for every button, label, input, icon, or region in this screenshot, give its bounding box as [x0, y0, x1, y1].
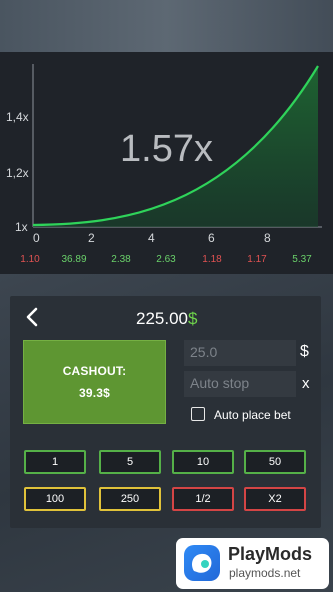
x-tick-label: 6	[208, 231, 215, 245]
double-bet-button[interactable]: X2	[244, 487, 306, 511]
history-value: 5.37	[292, 254, 312, 265]
history-value: 1.18	[202, 254, 222, 265]
back-button[interactable]	[22, 305, 42, 329]
cashout-value: 39.3$	[78, 386, 111, 400]
chevron-left-icon	[26, 307, 38, 327]
current-multiplier: 1.57x	[120, 128, 213, 170]
chip-button[interactable]: 50	[244, 450, 306, 474]
cashout-button[interactable]: CASHOUT: 39.3$	[23, 340, 166, 424]
history-value: 2.38	[111, 254, 131, 265]
x-tick-label: 8	[264, 231, 271, 245]
half-bet-button[interactable]: 1/2	[172, 487, 234, 511]
playmods-logo-icon	[184, 545, 220, 581]
playmods-watermark: PlayMods playmods.net	[176, 538, 329, 589]
history-value: 1.10	[20, 254, 40, 265]
chip-button[interactable]: 1	[24, 450, 86, 474]
balance: 225.00$	[136, 309, 197, 329]
round-history: 1.10 36.89 2.38 2.63 1.18 1.17 5.37	[0, 254, 333, 268]
x-tick-label: 4	[148, 231, 155, 245]
history-value: 1.17	[247, 254, 267, 265]
chip-button[interactable]: 5	[99, 450, 161, 474]
bet-amount-row: 25.0 $	[184, 340, 314, 366]
auto-stop-clear-button[interactable]: x	[302, 375, 310, 392]
x-tick-label: 0	[33, 231, 40, 245]
history-value: 2.63	[156, 254, 176, 265]
auto-place-checkbox[interactable]	[191, 407, 205, 421]
bet-amount-currency: $	[300, 343, 309, 360]
chip-button[interactable]: 250	[99, 487, 161, 511]
bet-amount-input[interactable]: 25.0	[184, 340, 296, 366]
auto-stop-row: Auto stop x	[184, 371, 314, 397]
background-top	[0, 0, 333, 52]
chip-button[interactable]: 100	[24, 487, 86, 511]
balance-amount: 225.00	[136, 309, 188, 328]
cashout-label: CASHOUT:	[62, 364, 127, 378]
bet-amount-value: 25.0	[190, 344, 218, 360]
y-tick-label: 1x	[15, 220, 28, 234]
watermark-url: playmods.net	[229, 566, 301, 580]
auto-stop-input[interactable]: Auto stop	[184, 371, 296, 397]
auto-stop-placeholder: Auto stop	[190, 375, 250, 391]
watermark-title: PlayMods	[228, 544, 313, 564]
chip-button[interactable]: 10	[172, 450, 234, 474]
balance-currency: $	[188, 309, 198, 328]
y-tick-label: 1,4x	[6, 110, 29, 124]
history-value: 36.89	[61, 254, 87, 265]
x-tick-label: 2	[88, 231, 95, 245]
auto-place-label: Auto place bet	[214, 408, 291, 422]
